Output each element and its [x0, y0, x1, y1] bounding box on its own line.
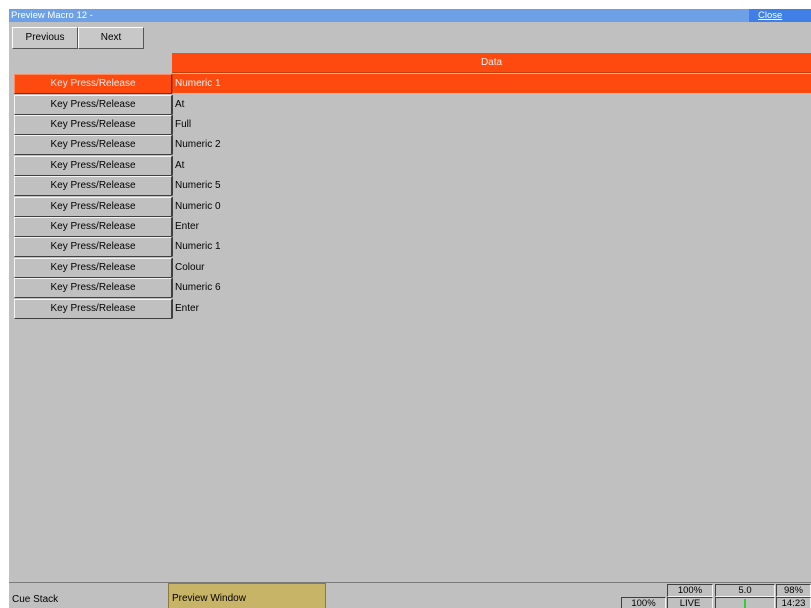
master-level-readout: 100% [667, 584, 713, 597]
table-row[interactable]: Key Press/Release At [9, 156, 811, 176]
table-row[interactable]: Key Press/Release Numeric 2 [9, 135, 811, 155]
table-row[interactable]: Key Press/Release Colour [9, 258, 811, 278]
row-type-button[interactable]: Key Press/Release [14, 135, 172, 155]
row-data-cell[interactable]: Full [172, 115, 811, 135]
row-type-button[interactable]: Key Press/Release [14, 299, 172, 319]
level-percent-readout: 98% [776, 584, 811, 597]
table-row[interactable]: Key Press/Release At [9, 95, 811, 115]
row-data-cell[interactable]: Numeric 5 [172, 176, 811, 196]
data-column-header: Data [172, 53, 811, 73]
row-data-cell[interactable]: Numeric 1 [172, 74, 811, 94]
row-data-cell[interactable]: At [172, 156, 811, 176]
row-type-button[interactable]: Key Press/Release [14, 217, 172, 237]
table-row[interactable]: Key Press/Release Numeric 1 [9, 237, 811, 257]
row-type-button[interactable]: Key Press/Release [14, 74, 172, 94]
row-data-cell[interactable]: Enter [172, 299, 811, 319]
row-data-cell[interactable]: Enter [172, 217, 811, 237]
table-row[interactable]: Key Press/Release Enter [9, 299, 811, 319]
row-type-button[interactable]: Key Press/Release [14, 156, 172, 176]
title-bar: Preview Macro 12 - Close [9, 9, 811, 22]
clock-readout: 14:23 [776, 597, 811, 608]
grand-master-readout: 100% [621, 597, 666, 608]
close-button[interactable]: Close [749, 9, 811, 22]
fade-time-readout: 5.0 [715, 584, 775, 597]
macro-preview-window: Preview Macro 12 - Close Previous Next D… [9, 9, 811, 608]
row-data-cell[interactable]: Numeric 6 [172, 278, 811, 298]
row-type-button[interactable]: Key Press/Release [14, 278, 172, 298]
table-row[interactable]: Key Press/Release Numeric 0 [9, 197, 811, 217]
row-data-cell[interactable]: Numeric 2 [172, 135, 811, 155]
table-row[interactable]: Key Press/Release Full [9, 115, 811, 135]
table-row[interactable]: Key Press/Release Numeric 1 [9, 74, 811, 94]
row-type-button[interactable]: Key Press/Release [14, 115, 172, 135]
row-type-button[interactable]: Key Press/Release [14, 258, 172, 278]
row-type-button[interactable]: Key Press/Release [14, 176, 172, 196]
next-button[interactable]: Next [78, 27, 144, 49]
row-type-button[interactable]: Key Press/Release [14, 237, 172, 257]
row-type-button[interactable]: Key Press/Release [14, 197, 172, 217]
table-row[interactable]: Key Press/Release Enter [9, 217, 811, 237]
row-data-cell[interactable]: Numeric 1 [172, 237, 811, 257]
row-data-cell[interactable]: At [172, 95, 811, 115]
row-data-cell[interactable]: Numeric 0 [172, 197, 811, 217]
row-data-cell[interactable]: Colour [172, 258, 811, 278]
table-row[interactable]: Key Press/Release Numeric 6 [9, 278, 811, 298]
preview-window-button[interactable]: Preview Window [168, 583, 326, 608]
cue-stack-label: Cue Stack [12, 594, 59, 605]
window-title: Preview Macro 12 - [11, 10, 93, 21]
row-type-button[interactable]: Key Press/Release [14, 95, 172, 115]
activity-meter-bar [744, 599, 746, 608]
table-row[interactable]: Key Press/Release Numeric 5 [9, 176, 811, 196]
live-mode-indicator: LIVE [667, 597, 713, 608]
previous-button[interactable]: Previous [12, 27, 78, 49]
